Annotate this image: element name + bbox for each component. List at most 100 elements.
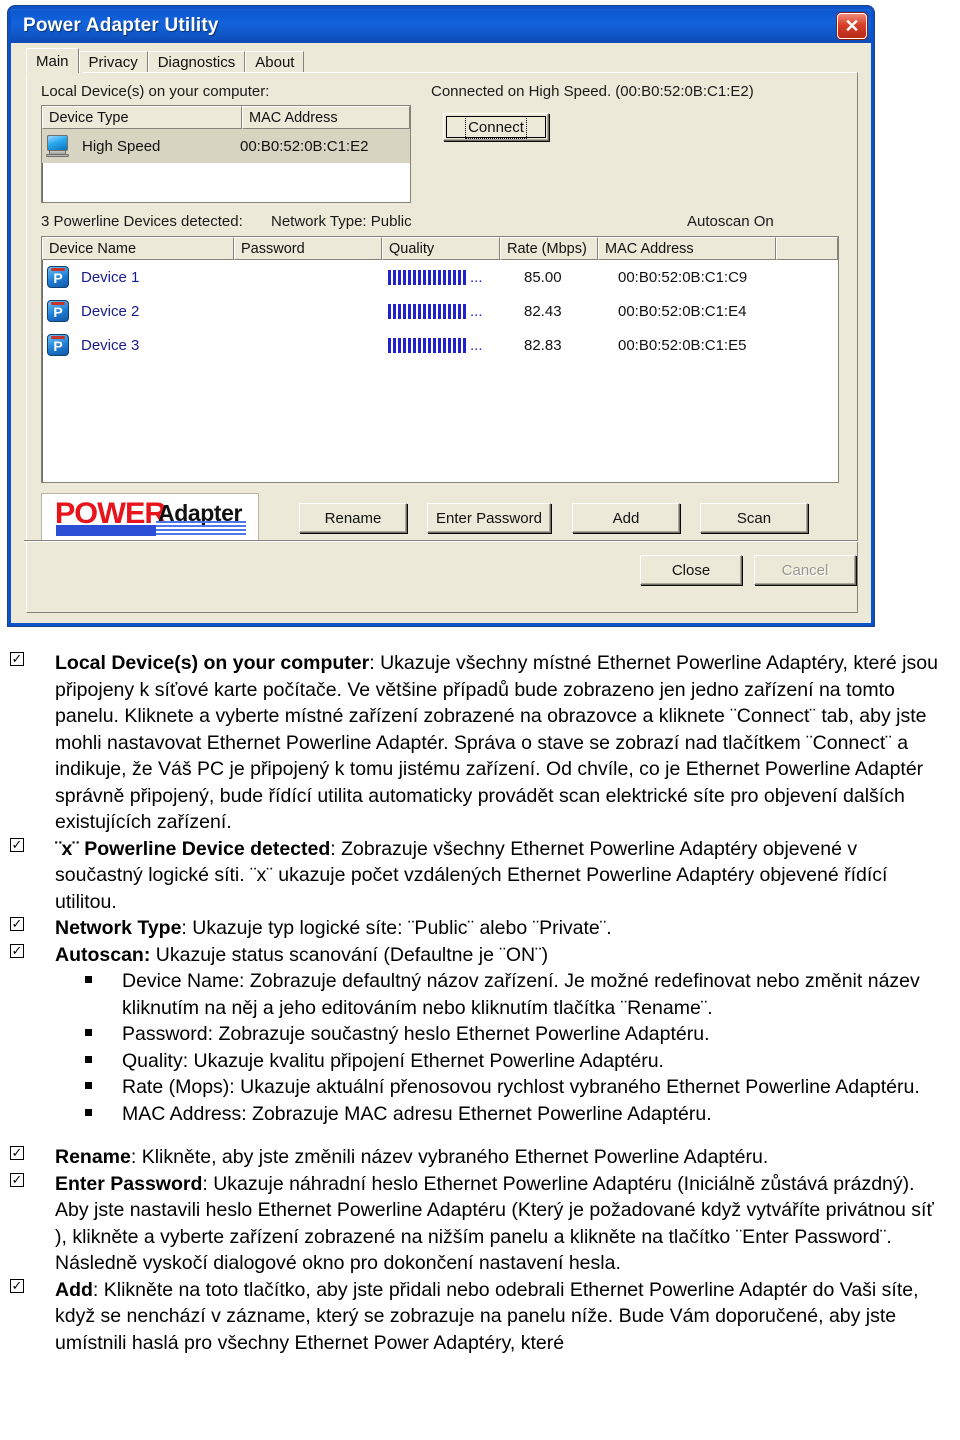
checkbox-icon: ✓ xyxy=(10,1145,24,1160)
rename-button[interactable]: Rename xyxy=(299,503,407,533)
logo-stripes xyxy=(156,521,246,536)
cell-rate: 85.00 xyxy=(524,268,562,286)
close-button[interactable]: Close xyxy=(640,555,742,585)
connection-status-text: Connected on High Speed. (00:B0:52:0B:C1… xyxy=(431,83,754,100)
column-header-device-type[interactable]: Device Type xyxy=(42,106,242,129)
term-description: Quality: Ukazuje kvalitu připojení Ether… xyxy=(122,1049,664,1072)
cell-device-type: High Speed xyxy=(82,137,161,155)
checkbox-icon: ✓ xyxy=(10,1171,24,1187)
list-item: Quality: Ukazuje kvalitu připojení Ether… xyxy=(0,1048,960,1075)
local-devices-header-row: Device Type MAC Address xyxy=(42,106,410,129)
cell-device-name: Device 2 xyxy=(81,302,140,320)
cell-device-name: Device 1 xyxy=(81,268,140,286)
list-item-text: Device Name: Zobrazuje defaultný názov z… xyxy=(0,968,960,1021)
quality-ellipsis: ... xyxy=(470,302,483,320)
scan-button[interactable]: Scan xyxy=(700,503,808,533)
term-description: : Klikněte, aby jste změnili název vybra… xyxy=(130,1146,769,1168)
square-bullet-icon xyxy=(85,1055,92,1063)
cell-quality: ... xyxy=(388,337,506,354)
tab-main[interactable]: Main xyxy=(26,48,79,73)
term-description: Device Name: Zobrazuje defaultný názov z… xyxy=(122,970,920,1019)
square-bullet-icon xyxy=(85,976,92,983)
quality-ellipsis: ... xyxy=(470,336,483,354)
list-item-text: ¨x¨ Powerline Device detected: Zobrazuje… xyxy=(0,836,960,916)
term-label: Network Type xyxy=(55,917,182,939)
term-description: Rate (Mops): Ukazuje aktuální přenosovou… xyxy=(122,1076,920,1098)
list-item: ✓ Network Type: Ukazuje typ logické síte:… xyxy=(0,915,960,942)
tab-diagnostics[interactable]: Diagnostics xyxy=(147,51,246,73)
cell-device-name: Device 3 xyxy=(81,336,140,354)
devices-detected-label: 3 Powerline Devices detected: xyxy=(41,213,243,230)
term-label: Rename xyxy=(55,1146,131,1168)
list-item: ✓ Local Device(s) on your computer: Ukazu… xyxy=(0,650,960,836)
cell-quality: ... xyxy=(388,269,506,286)
column-header-rate[interactable]: Rate (Mbps) xyxy=(500,237,598,260)
description-text: ✓ Local Device(s) on your computer: Ukazu… xyxy=(0,650,960,1356)
cancel-button: Cancel xyxy=(754,555,856,585)
list-item: ✓ Enter Password: Ukazuje náhradní heslo … xyxy=(0,1171,960,1277)
table-row[interactable]: P Device 1 ... 85.00 00:B0:52:0B:C1:C9 xyxy=(42,260,838,294)
list-item: ✓ ¨x¨ Powerline Device detected: Zobrazuj… xyxy=(0,836,960,916)
local-devices-label: Local Device(s) on your computer: xyxy=(41,83,270,100)
list-item: MAC Address: Zobrazuje MAC adresu Ethern… xyxy=(0,1101,960,1128)
window-title: Power Adapter Utility xyxy=(23,15,219,36)
column-header-quality[interactable]: Quality xyxy=(382,237,500,260)
powerline-device-icon: P xyxy=(47,300,69,322)
cell-rate: 82.43 xyxy=(524,302,562,320)
cell-mac-address: 00:B0:52:0B:C1:C9 xyxy=(618,268,748,286)
powerline-devices-header-row: Device Name Password Quality Rate (Mbps)… xyxy=(42,237,838,260)
term-description: : Klikněte na toto tlačítko, aby jste př… xyxy=(55,1278,919,1354)
list-item-text: Quality: Ukazuje kvalitu připojení Ether… xyxy=(0,1048,960,1075)
power-adapter-utility-window: Power Adapter Utility ✕ Main Privacy Dia… xyxy=(8,6,874,626)
connect-button[interactable]: Connect xyxy=(443,113,549,141)
tab-page-main: Local Device(s) on your computer: Device… xyxy=(26,72,858,613)
local-devices-list[interactable]: Device Type MAC Address High Speed 00:B0… xyxy=(41,105,411,203)
checkbox-icon: ✓ xyxy=(10,651,24,666)
term-description: Password: Zobrazuje součastný heslo Ethe… xyxy=(122,1023,710,1045)
list-item-text: Enter Password: Ukazuje náhradní heslo E… xyxy=(0,1171,960,1277)
list-item-text: Password: Zobrazuje součastný heslo Ethe… xyxy=(0,1021,960,1048)
table-row[interactable]: P Device 3 ... 82.83 00:B0:52:0B:C1:E5 xyxy=(42,328,838,362)
column-header-password[interactable]: Password xyxy=(234,237,382,260)
table-row[interactable]: P Device 2 ... 82.43 00:B0:52:0B:C1:E4 xyxy=(42,294,838,328)
list-item: Device Name: Zobrazuje defaultný názov z… xyxy=(0,968,960,1021)
list-item-text: Rename: Klikněte, aby jste změnili název… xyxy=(0,1144,960,1171)
list-item-text: Rate (Mops): Ukazuje aktuální přenosovou… xyxy=(0,1074,960,1101)
cell-mac-address: 00:B0:52:0B:C1:E5 xyxy=(618,336,747,354)
powerline-devices-list[interactable]: Device Name Password Quality Rate (Mbps)… xyxy=(41,236,839,483)
list-item: Rate (Mops): Ukazuje aktuální přenosovou… xyxy=(0,1074,960,1101)
square-bullet-icon xyxy=(85,1082,92,1089)
column-header-device-name[interactable]: Device Name xyxy=(42,237,234,260)
cell-rate: 82.83 xyxy=(524,336,562,354)
logo-blue-bar xyxy=(56,525,156,536)
column-header-extra[interactable] xyxy=(776,237,838,260)
term-label: Add xyxy=(55,1278,93,1301)
divider xyxy=(24,540,858,542)
power-adapter-logo: POWER Adapter xyxy=(41,493,259,541)
enter-password-button[interactable]: Enter Password xyxy=(427,503,551,533)
table-row[interactable]: High Speed 00:B0:52:0B:C1:E2 xyxy=(42,129,410,163)
checkbox-icon: ✓ xyxy=(10,916,24,931)
list-item-text: Local Device(s) on your computer: Ukazuj… xyxy=(0,650,960,836)
column-header-mac-address[interactable]: MAC Address xyxy=(598,237,776,260)
window-titlebar: Power Adapter Utility ✕ xyxy=(11,9,871,43)
list-item: ✓ Rename: Klikněte, aby jste změnili náze… xyxy=(0,1144,960,1171)
list-item-text: Network Type: Ukazuje typ logické síte: … xyxy=(0,915,960,942)
term-label: Local Device(s) on your computer xyxy=(55,652,370,674)
add-button[interactable]: Add xyxy=(572,503,680,533)
checkbox-icon: ✓ xyxy=(10,1277,24,1293)
term-label: ¨x¨ Powerline Device detected xyxy=(55,837,331,860)
close-icon[interactable]: ✕ xyxy=(837,13,867,39)
column-header-mac-address[interactable]: MAC Address xyxy=(242,106,410,129)
tab-privacy[interactable]: Privacy xyxy=(78,51,148,73)
term-description: : Ukazuje všechny místné Ethernet Powerl… xyxy=(55,652,938,833)
tab-strip: Main Privacy Diagnostics About xyxy=(26,48,305,73)
tab-about[interactable]: About xyxy=(245,51,305,73)
quality-ellipsis: ... xyxy=(470,268,483,286)
list-item-text: Add: Klikněte na toto tlačítko, aby jste… xyxy=(0,1277,960,1357)
checkbox-icon: ✓ xyxy=(10,942,24,958)
autoscan-label: Autoscan On xyxy=(687,213,774,230)
quality-bars: ... xyxy=(388,269,506,286)
term-description: Ukazuje status scanování (Defaultne je ¨… xyxy=(150,943,549,966)
